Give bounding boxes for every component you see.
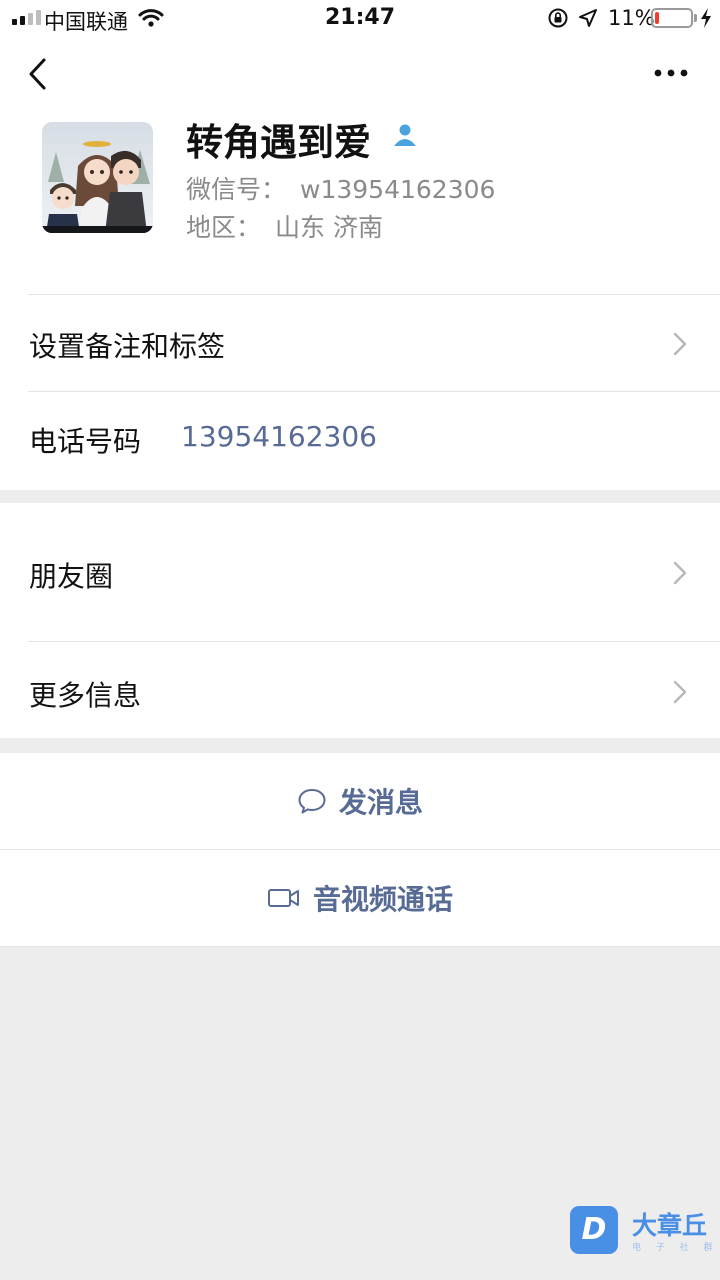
nickname: 转角遇到爱 [186, 121, 371, 164]
phone-number-value[interactable]: 13954162306 [181, 420, 377, 453]
video-camera-icon [267, 889, 299, 907]
moments-label: 朋友圈 [29, 560, 114, 593]
moments-row[interactable]: 朋友圈 [0, 503, 720, 641]
chevron-right-icon [673, 332, 687, 356]
status-bar: 中国联通 21:47 11% [0, 0, 720, 40]
video-call-button[interactable]: 音视频通话 [0, 850, 720, 946]
contact-settings-group: 设置备注和标签 电话号码 13954162306 [0, 294, 720, 490]
rotation-lock-icon [548, 8, 568, 28]
charging-bolt-icon [701, 8, 711, 28]
set-remark-tags-label: 设置备注和标签 [29, 330, 226, 363]
profile-header: 转角遇到爱 微信号： w13954162306 地区： 山东 济南 [0, 40, 720, 295]
battery-percentage: 11% [608, 6, 655, 30]
wechat-id-row: 微信号： w13954162306 [186, 170, 495, 206]
chat-bubble-icon [298, 789, 326, 814]
phone-number-row[interactable]: 电话号码 13954162306 [0, 392, 720, 490]
back-button[interactable] [22, 54, 56, 94]
set-remark-tags-row[interactable]: 设置备注和标签 [0, 295, 720, 391]
more-info-row[interactable]: 更多信息 [0, 642, 720, 738]
chevron-right-icon [673, 680, 687, 704]
more-info-label: 更多信息 [29, 679, 142, 712]
region-row: 地区： 山东 济南 [186, 208, 383, 244]
battery-level-fill [655, 12, 659, 24]
phone-number-label: 电话号码 [29, 425, 142, 458]
video-call-label: 音视频通话 [312, 883, 453, 916]
wechat-id-value: w13954162306 [300, 175, 496, 204]
location-arrow-icon [579, 9, 597, 27]
watermark-name: 大章丘 [632, 1211, 708, 1240]
chevron-right-icon [673, 561, 687, 585]
send-message-label: 发消息 [338, 786, 423, 819]
watermark-logo: D [570, 1206, 618, 1254]
watermark: D 大章丘 电 子 社 群 [570, 1206, 718, 1258]
send-message-button[interactable]: 发消息 [0, 753, 720, 849]
moments-info-group: 朋友圈 更多信息 [0, 503, 720, 738]
divider [0, 946, 720, 947]
person-icon [394, 124, 416, 146]
watermark-subtitle: 电 子 社 群 [632, 1243, 719, 1253]
region-label: 地区： [186, 213, 262, 242]
battery-tip [694, 14, 697, 22]
wechat-id-label: 微信号： [186, 175, 287, 204]
region-value: 山东 济南 [275, 213, 383, 242]
battery-icon [651, 8, 693, 28]
more-options-button[interactable] [650, 60, 692, 86]
avatar[interactable] [42, 122, 153, 233]
